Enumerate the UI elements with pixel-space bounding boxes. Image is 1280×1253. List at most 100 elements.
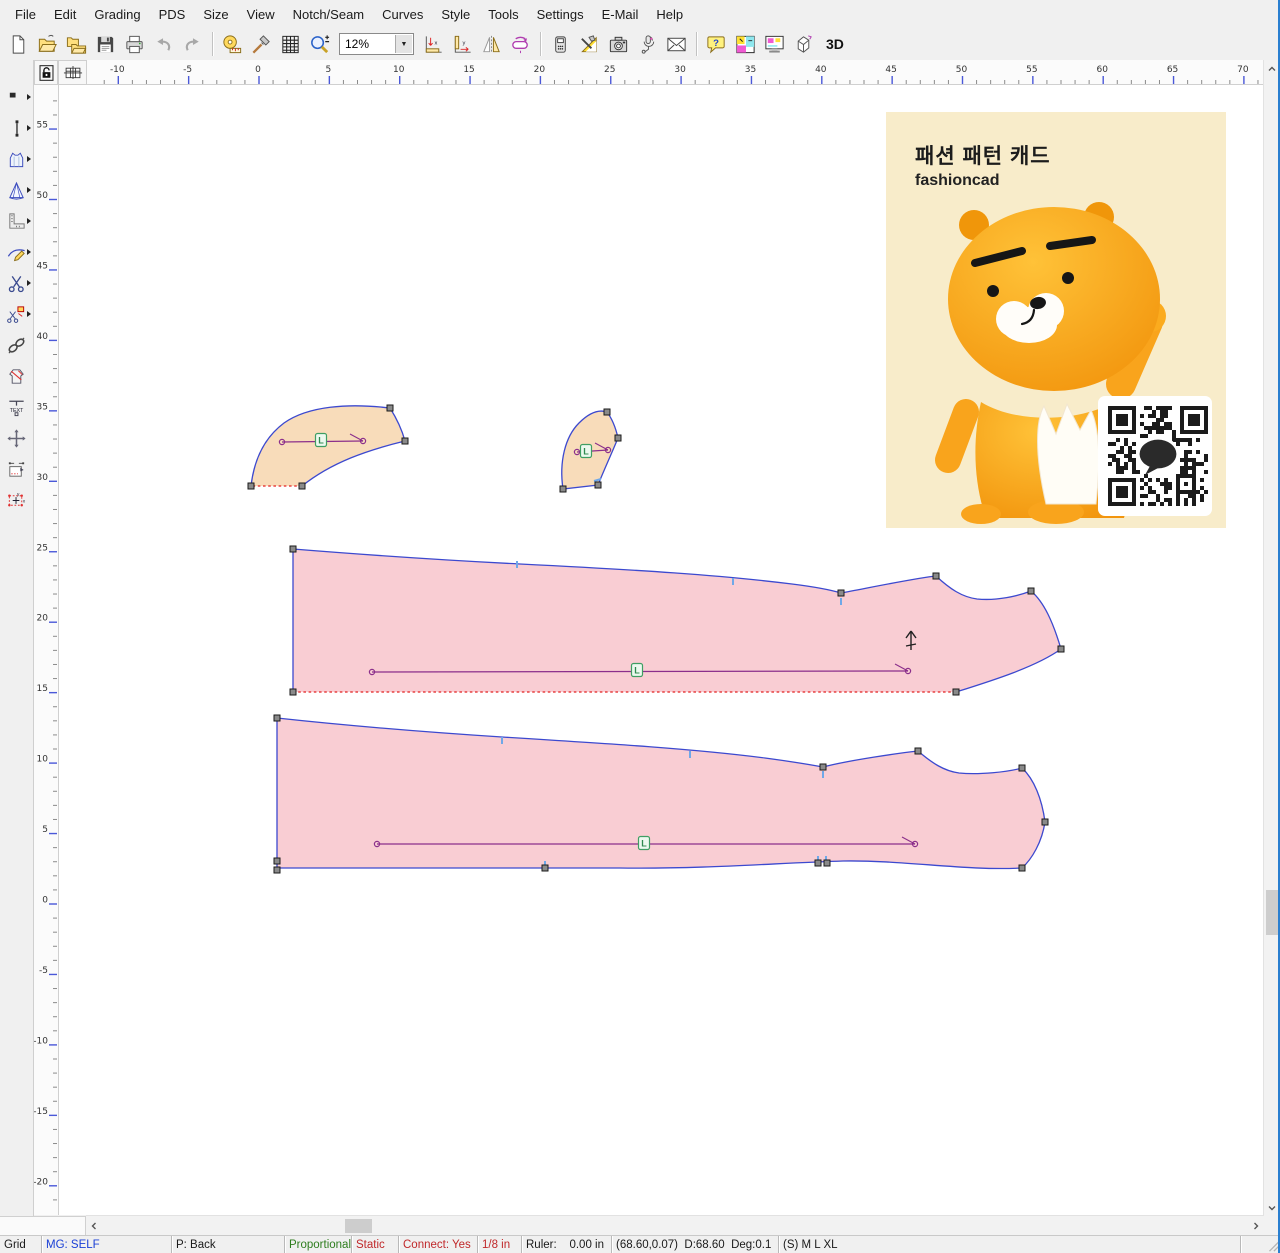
status-static[interactable]: Static <box>352 1236 399 1253</box>
flyout-arrow-icon[interactable] <box>27 125 31 131</box>
toolbar-email-button[interactable] <box>662 31 691 58</box>
vertex-handle[interactable] <box>915 748 921 754</box>
vertex-handle[interactable] <box>953 689 959 695</box>
status-grid[interactable]: Grid <box>0 1236 42 1253</box>
menu-tools[interactable]: Tools <box>479 3 527 26</box>
tool-line[interactable] <box>0 113 32 144</box>
toolbar-print-button[interactable] <box>120 31 149 58</box>
menu-view[interactable]: View <box>238 3 284 26</box>
scroll-right-arrow[interactable] <box>1248 1216 1264 1236</box>
menu-notch-seam[interactable]: Notch/Seam <box>284 3 374 26</box>
toolbar-rotate-button[interactable] <box>506 31 535 58</box>
tool-pencil-curve[interactable] <box>0 237 32 268</box>
vertex-handle[interactable] <box>1058 646 1064 652</box>
toolbar-open-multi-button[interactable] <box>62 31 91 58</box>
scroll-left-arrow[interactable] <box>86 1216 102 1236</box>
vertex-handle[interactable] <box>615 435 621 441</box>
pattern-piece-collar-left[interactable] <box>251 406 405 486</box>
status-grid-size[interactable]: 1/8 in <box>478 1236 522 1253</box>
vertex-handle[interactable] <box>290 546 296 552</box>
toolbar-open-button[interactable] <box>33 31 62 58</box>
tool-text[interactable]: TEXT <box>0 392 32 423</box>
vertex-handle[interactable] <box>1019 765 1025 771</box>
tool-chain[interactable] <box>0 330 32 361</box>
toolbar-view-3d-button[interactable]: 3D <box>818 36 852 52</box>
tool-dimension[interactable] <box>0 454 32 485</box>
horizontal-scrollbar[interactable] <box>86 1215 1264 1236</box>
status-proportional[interactable]: Proportional <box>285 1236 352 1253</box>
toolbar-mirror-button[interactable] <box>477 31 506 58</box>
vertex-handle[interactable] <box>299 483 305 489</box>
menu-style[interactable]: Style <box>432 3 479 26</box>
vertex-handle[interactable] <box>560 486 566 492</box>
vertex-handle[interactable] <box>820 764 826 770</box>
toolbar-camera-button[interactable] <box>604 31 633 58</box>
toolbar-align-y-button[interactable]: y <box>448 31 477 58</box>
vertex-handle[interactable] <box>824 860 830 866</box>
menu-file[interactable]: File <box>6 3 45 26</box>
status-connect[interactable]: Connect: Yes <box>399 1236 478 1253</box>
zoom-dropdown-arrow[interactable]: ▼ <box>395 35 412 53</box>
vertex-handle[interactable] <box>815 860 821 866</box>
toolbar-grid-table-button[interactable] <box>276 31 305 58</box>
tool-pointer[interactable] <box>0 82 32 113</box>
menu-help[interactable]: Help <box>647 3 692 26</box>
status-piece[interactable]: P: Back <box>172 1236 285 1253</box>
toolbar-screen-layout-button[interactable] <box>760 31 789 58</box>
flyout-arrow-icon[interactable] <box>27 311 31 317</box>
tool-flare[interactable] <box>0 175 32 206</box>
vertex-handle[interactable] <box>542 865 548 871</box>
pattern-piece-front[interactable] <box>293 549 1061 692</box>
zoom-select[interactable]: 12%▼ <box>339 33 414 55</box>
tool-grade-xy[interactable]: xy <box>0 485 32 516</box>
menu-e-mail[interactable]: E-Mail <box>593 3 648 26</box>
toolbar-plot-device-button[interactable] <box>546 31 575 58</box>
flyout-arrow-icon[interactable] <box>27 94 31 100</box>
flyout-arrow-icon[interactable] <box>27 187 31 193</box>
vertex-handle[interactable] <box>838 590 844 596</box>
pattern-piece-back[interactable] <box>277 718 1045 869</box>
toolbar-hammer-button[interactable] <box>247 31 276 58</box>
toolbar-box-3d-button[interactable] <box>789 31 818 58</box>
vertex-handle[interactable] <box>248 483 254 489</box>
toolbar-undo-button[interactable] <box>149 31 178 58</box>
toolbar-measure-tape-button[interactable] <box>218 31 247 58</box>
vertex-handle[interactable] <box>604 409 610 415</box>
flyout-arrow-icon[interactable] <box>27 280 31 286</box>
menu-curves[interactable]: Curves <box>373 3 432 26</box>
ruler-grid-button[interactable] <box>58 60 87 85</box>
toolbar-save-button[interactable] <box>91 31 120 58</box>
toolbar-set-square-button[interactable] <box>575 31 604 58</box>
tool-shirt-seam[interactable] <box>0 361 32 392</box>
vertex-handle[interactable] <box>1028 588 1034 594</box>
tool-bodice[interactable] <box>0 144 32 175</box>
vertex-handle[interactable] <box>933 573 939 579</box>
vertical-scroll-thumb[interactable] <box>1266 890 1278 935</box>
tool-cut-marker[interactable] <box>0 299 32 330</box>
vertex-handle[interactable] <box>402 438 408 444</box>
toolbar-redo-button[interactable] <box>178 31 207 58</box>
menu-size[interactable]: Size <box>194 3 237 26</box>
vertex-handle[interactable] <box>274 867 280 873</box>
vertex-handle[interactable] <box>595 482 601 488</box>
menu-grading[interactable]: Grading <box>85 3 149 26</box>
horizontal-scroll-thumb[interactable] <box>345 1219 372 1233</box>
toolbar-digitizer-button[interactable] <box>633 31 662 58</box>
toolbar-zoom-magnifier-button[interactable] <box>305 31 334 58</box>
menu-settings[interactable]: Settings <box>528 3 593 26</box>
flyout-arrow-icon[interactable] <box>27 218 31 224</box>
toolbar-help-button[interactable]: ? <box>702 31 731 58</box>
menu-edit[interactable]: Edit <box>45 3 85 26</box>
status-measure-group[interactable]: MG: SELF <box>42 1236 172 1253</box>
menu-pds[interactable]: PDS <box>150 3 195 26</box>
vertex-handle[interactable] <box>274 858 280 864</box>
flyout-arrow-icon[interactable] <box>27 156 31 162</box>
toolbar-pattern-panels-button[interactable] <box>731 31 760 58</box>
tool-scissors[interactable] <box>0 268 32 299</box>
tool-move[interactable] <box>0 423 32 454</box>
flyout-arrow-icon[interactable] <box>27 249 31 255</box>
drawing-canvas[interactable]: 패션 패턴 캐드 fashioncad <box>58 85 1264 1215</box>
vertex-handle[interactable] <box>274 715 280 721</box>
vertex-handle[interactable] <box>290 689 296 695</box>
toolbar-new-button[interactable] <box>4 31 33 58</box>
